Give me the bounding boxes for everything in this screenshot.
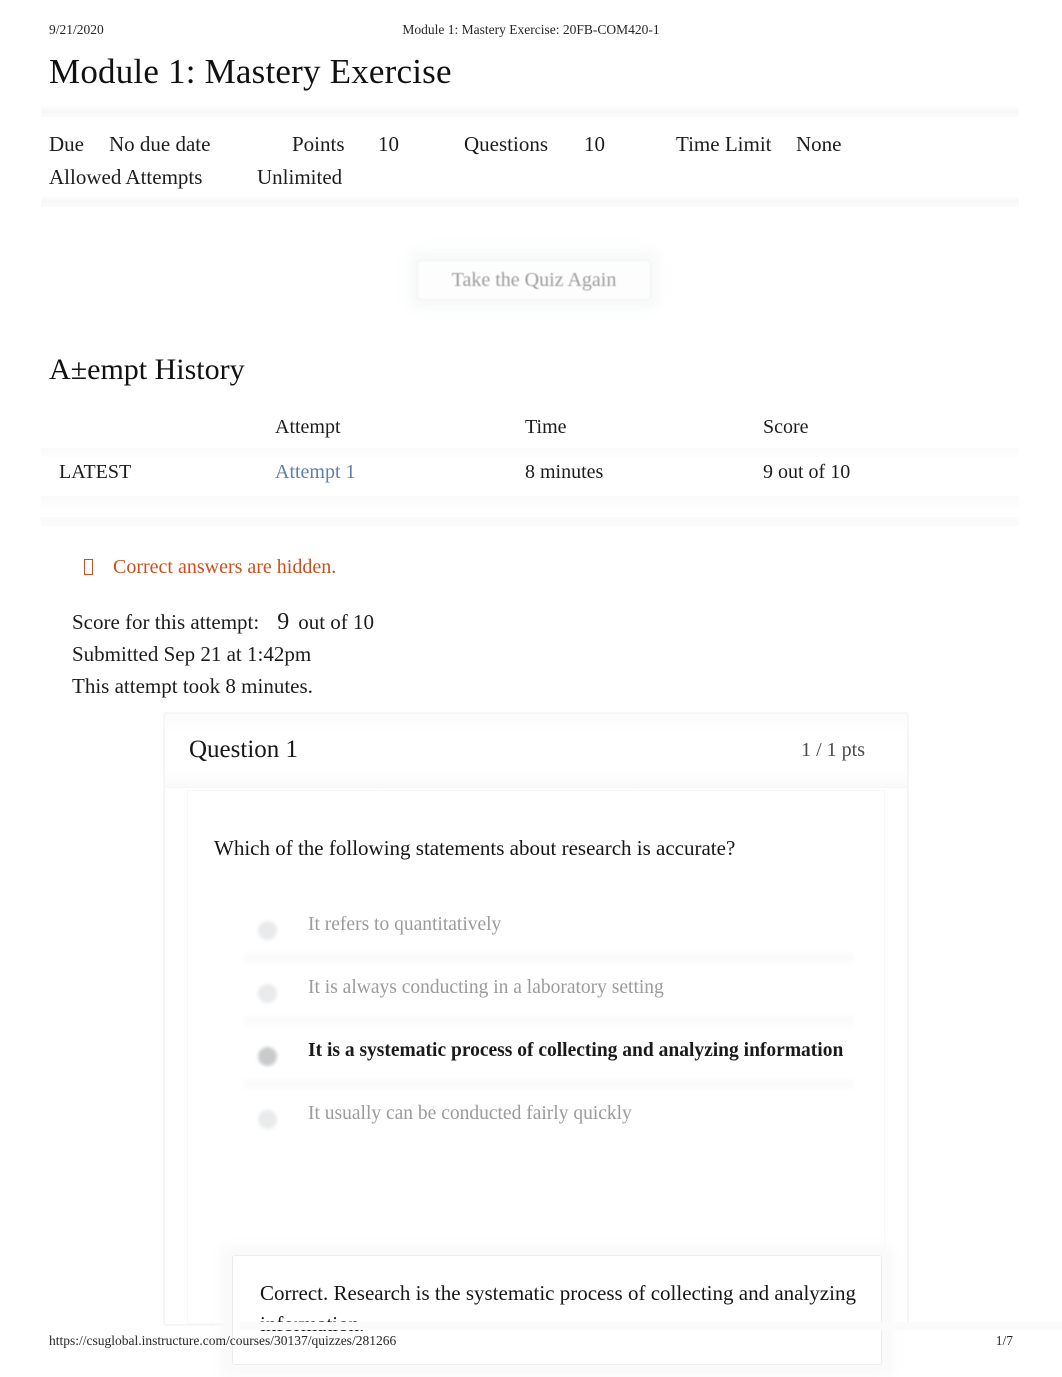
time-limit-label: Time Limit <box>676 132 772 156</box>
duration-line: This attempt took 8 minutes. <box>72 674 313 698</box>
answer-option-label: It refers to quantitatively <box>308 914 502 935</box>
attempt-history-header-divider <box>41 448 1019 457</box>
attempt-1-link[interactable]: Attempt 1 <box>275 461 356 484</box>
points-value: 10 <box>378 132 399 156</box>
retake-quiz-button-wrap: Take the Quiz Again <box>409 251 659 308</box>
quiz-meta-row-1: Due No due date Points 10 Questions 10 T… <box>49 128 1019 161</box>
submitted-line: Submitted Sep 21 at 1:42pm <box>72 642 312 666</box>
attempt-history-header-row: Attempt Time Score <box>41 412 1019 448</box>
time-limit-value: None <box>796 132 842 156</box>
answer-option-label: It usually can be conducted fairly quick… <box>308 1103 632 1124</box>
answer-options-list: It refers to quantitatively It is always… <box>214 901 862 1153</box>
radio-button-icon[interactable] <box>258 984 277 1003</box>
row-score: 9 out of 10 <box>763 461 851 483</box>
question-points: 1 / 1 pts <box>801 739 865 761</box>
column-attempt: Attempt <box>275 416 341 438</box>
answer-option-label: It is a systematic process of collecting… <box>308 1040 844 1061</box>
question-title: Question 1 <box>189 736 299 763</box>
answer-option-3-selected[interactable]: It is a systematic process of collecting… <box>214 1027 862 1090</box>
allowed-attempts-value: Unlimited <box>257 165 343 189</box>
column-time: Time <box>525 416 567 438</box>
quiz-meta-divider-bottom <box>41 196 1019 207</box>
missing-glyph-box-icon <box>84 559 93 575</box>
question-card-header: Question 1 1 / 1 pts <box>165 714 907 788</box>
score-label: Score for this attempt: <box>72 610 260 634</box>
due-label: Due <box>49 132 84 156</box>
answer-divider <box>244 1079 854 1089</box>
questions-value: 10 <box>584 132 605 156</box>
attempt-history-table: Attempt Time Score LATEST Attempt 1 8 mi… <box>41 412 1019 526</box>
quiz-meta-divider-top <box>41 106 1019 117</box>
correct-answers-hidden-notice: Correct answers are hidden. <box>84 556 336 579</box>
print-document-title: Module 1: Mastery Exercise: 20FB-COM420-… <box>402 22 660 37</box>
print-footer: https://csuglobal.instructure.com/course… <box>0 1333 1062 1353</box>
answer-option-label: It is always conducting in a laboratory … <box>308 977 664 998</box>
take-the-quiz-again-button[interactable]: Take the Quiz Again <box>417 260 651 300</box>
question-card: Question 1 1 / 1 pts Which of the follow… <box>164 713 908 1377</box>
score-suffix: out of 10 <box>298 610 375 634</box>
attempt-history-footer-divider <box>41 496 1019 510</box>
question-card-body: Which of the following statements about … <box>187 790 894 1377</box>
points-label: Points <box>292 132 345 156</box>
attempt-history-footer-divider-2 <box>41 517 1019 526</box>
page-title: Module 1: Mastery Exercise <box>49 52 452 91</box>
quiz-meta-block: Due No due date Points 10 Questions 10 T… <box>49 128 1019 194</box>
print-footer-page-number: 1/7 <box>995 1333 1013 1348</box>
answer-divider <box>244 1016 854 1026</box>
score-for-attempt-line: Score for this attempt: 9 out of 10 <box>72 606 374 638</box>
questions-label: Questions <box>464 132 548 156</box>
hidden-notice-text: Correct answers are hidden. <box>113 556 337 578</box>
answer-option-4[interactable]: It usually can be conducted fairly quick… <box>214 1090 862 1153</box>
print-footer-url: https://csuglobal.instructure.com/course… <box>49 1333 397 1348</box>
answer-option-1[interactable]: It refers to quantitatively <box>214 901 862 964</box>
allowed-attempts-label: Allowed Attempts <box>49 165 203 189</box>
footer-divider <box>240 1322 1062 1330</box>
quiz-meta-row-2: Allowed Attempts Unlimited <box>49 161 1019 194</box>
attempt-history-heading: A±empt History <box>49 353 245 386</box>
score-value: 9 <box>277 609 290 635</box>
row-time: 8 minutes <box>525 461 604 483</box>
answer-option-2[interactable]: It is always conducting in a laboratory … <box>214 964 862 1027</box>
radio-button-icon[interactable] <box>258 1110 277 1129</box>
attempt-summary: Score for this attempt: 9 out of 10 Submit… <box>72 606 374 702</box>
column-score: Score <box>763 416 809 438</box>
question-prompt: Which of the following statements about … <box>214 836 736 860</box>
radio-button-icon[interactable] <box>258 921 277 940</box>
due-value: No due date <box>109 132 211 156</box>
answer-feedback-text: Correct. Research is the systematic proc… <box>260 1281 856 1336</box>
radio-button-icon[interactable] <box>258 1047 277 1066</box>
print-header: 9/21/2020 Module 1: Mastery Exercise: 20… <box>0 22 1062 44</box>
row-kept-badge: LATEST <box>59 461 132 483</box>
answer-divider <box>244 953 854 963</box>
